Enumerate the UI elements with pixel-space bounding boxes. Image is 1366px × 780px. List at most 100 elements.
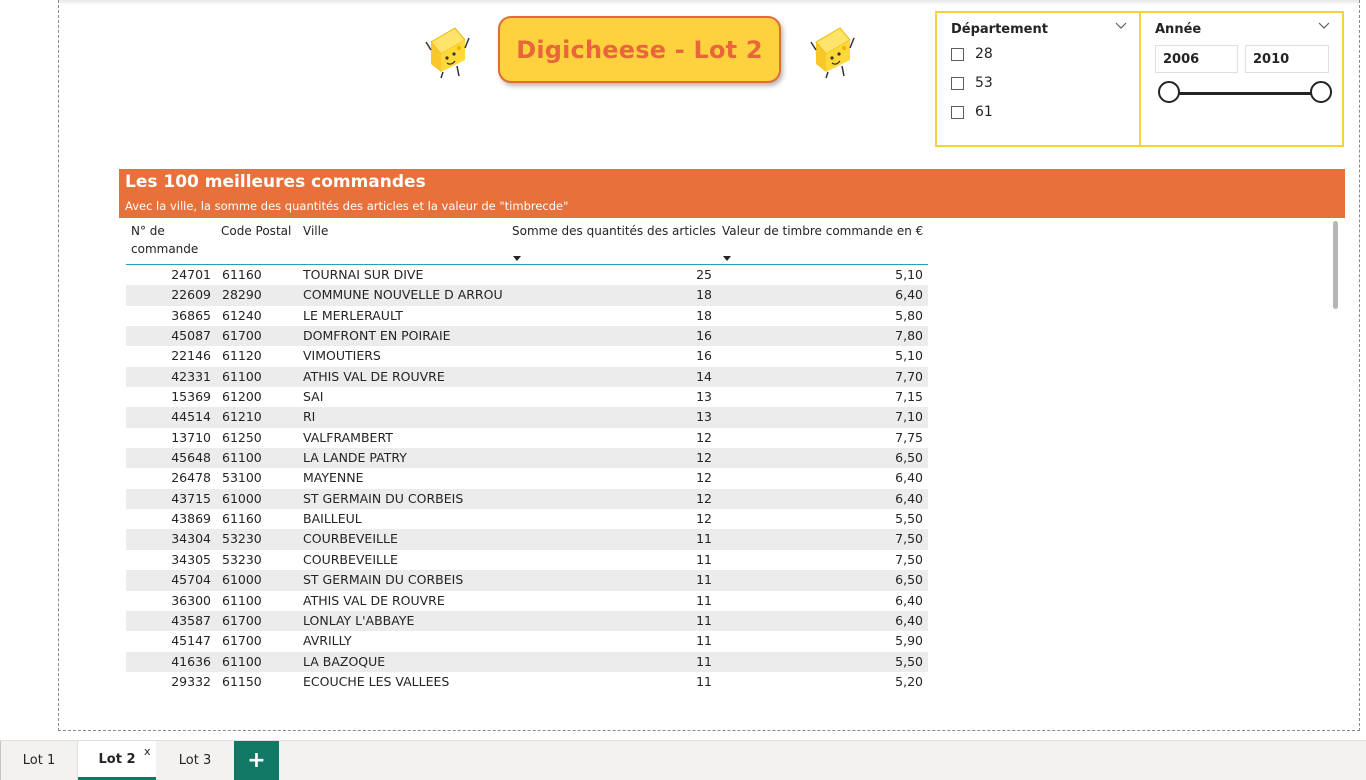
- table-row[interactable]: 24701 61160 TOURNAI SUR DIVE 25 5,10: [126, 265, 928, 285]
- cell-num-commande: 15369: [171, 389, 211, 405]
- close-icon[interactable]: x: [144, 745, 151, 758]
- add-page-button[interactable]: +: [234, 741, 279, 780]
- cell-quantites: 16: [696, 348, 712, 364]
- cell-code-postal: 28290: [222, 287, 262, 303]
- slicer-option-label: 28: [975, 46, 993, 62]
- table-row[interactable]: 43869 61160 BAILLEUL 12 5,50: [126, 509, 928, 529]
- table-row[interactable]: 15369 61200 SAI 13 7,15: [126, 387, 928, 407]
- table-row[interactable]: 22609 28290 COMMUNE NOUVELLE D ARROU 18 6,40: [126, 285, 928, 306]
- table-row[interactable]: 36300 61100 ATHIS VAL DE ROUVRE 11 6,40: [126, 591, 928, 611]
- table-body: 24701 61160 TOURNAI SUR DIVE 25 5,10 22609 282…: [126, 265, 928, 692]
- cell-quantites: 18: [696, 287, 712, 303]
- slicer-option-61[interactable]: 61: [951, 104, 993, 120]
- table-row[interactable]: 36865 61240 LE MERLERAULT 18 5,80: [126, 306, 928, 326]
- table-row[interactable]: 45087 61700 DOMFRONT EN POIRAIE 16 7,80: [126, 326, 928, 347]
- year-end-input[interactable]: 2010: [1245, 45, 1329, 73]
- chevron-down-icon[interactable]: [1318, 20, 1330, 30]
- year-slider-track[interactable]: [1170, 92, 1321, 95]
- cell-code-postal: 61250: [222, 429, 262, 445]
- cell-ville: LA BAZOQUE: [303, 653, 386, 669]
- cell-ville: AVRILLY: [303, 633, 352, 649]
- cell-code-postal: 61160: [222, 511, 262, 527]
- column-header-code-postal[interactable]: Code Postal: [221, 222, 291, 240]
- table-row[interactable]: 22146 61120 VIMOUTIERS 16 5,10: [126, 346, 928, 366]
- column-header-quantites[interactable]: Somme des quantités des articles: [512, 222, 716, 240]
- cell-valeur-timbre: 5,90: [895, 633, 923, 649]
- cell-quantites: 11: [696, 572, 712, 588]
- tab-lot-3[interactable]: Lot 3: [156, 741, 234, 780]
- cell-code-postal: 53230: [222, 531, 262, 547]
- cell-ville: ATHIS VAL DE ROUVRE: [303, 592, 445, 608]
- table-row[interactable]: 42331 61100 ATHIS VAL DE ROUVRE 14 7,70: [126, 366, 928, 388]
- cell-code-postal: 61700: [222, 633, 262, 649]
- table-row[interactable]: 45648 61100 LA LANDE PATRY 12 6,50: [126, 448, 928, 469]
- table-row[interactable]: 44514 61210 RI 13 7,10: [126, 407, 928, 428]
- cell-valeur-timbre: 5,80: [895, 307, 923, 323]
- year-slider-end-handle[interactable]: [1310, 81, 1332, 103]
- checkbox[interactable]: [951, 105, 964, 119]
- report-title-box: Digicheese - Lot 2: [498, 16, 781, 83]
- cell-valeur-timbre: 7,15: [895, 389, 923, 405]
- report-title: Digicheese - Lot 2: [516, 35, 763, 64]
- slicer-option-label: 53: [975, 75, 993, 91]
- cell-num-commande: 45648: [171, 450, 211, 466]
- cell-code-postal: 61100: [222, 450, 262, 466]
- table-row[interactable]: 34305 53230 COURBEVEILLE 11 7,50: [126, 550, 928, 570]
- cell-quantites: 18: [696, 307, 712, 323]
- cell-ville: COURBEVEILLE: [303, 551, 398, 567]
- table-scrollbar-thumb[interactable]: [1333, 221, 1338, 309]
- column-header-ville[interactable]: Ville: [303, 222, 328, 240]
- table-row[interactable]: 29332 61150 ECOUCHE LES VALLEES 11 5,20: [126, 672, 928, 692]
- cell-quantites: 16: [696, 328, 712, 344]
- cell-valeur-timbre: 6,40: [895, 592, 923, 608]
- slicer-title-departement: Département: [951, 22, 1048, 37]
- cheese-mascot-icon: [425, 27, 470, 79]
- cell-num-commande: 26478: [171, 470, 211, 486]
- cell-ville: LE MERLERAULT: [303, 307, 403, 323]
- table-row[interactable]: 45704 61000 ST GERMAIN DU CORBEIS 11 6,50: [126, 570, 928, 591]
- cell-code-postal: 61100: [222, 592, 262, 608]
- column-header-num-commande[interactable]: N° de commande: [131, 222, 211, 258]
- departement-slicer[interactable]: Département 28 53 61: [935, 11, 1141, 147]
- cell-ville: COURBEVEILLE: [303, 531, 398, 547]
- table-row[interactable]: 41636 61100 LA BAZOQUE 11 5,50: [126, 651, 928, 672]
- cell-quantites: 11: [696, 653, 712, 669]
- chevron-down-icon[interactable]: [1115, 20, 1127, 30]
- cell-valeur-timbre: 5,10: [895, 348, 923, 364]
- table-row[interactable]: 43587 61700 LONLAY L'ABBAYE 11 6,40: [126, 610, 928, 632]
- cell-quantites: 11: [696, 673, 712, 689]
- cell-num-commande: 43715: [171, 490, 211, 506]
- orders-table: N° de commande Code Postal Ville Somme d…: [126, 218, 928, 701]
- cell-ville: ECOUCHE LES VALLEES: [303, 673, 450, 689]
- checkbox[interactable]: [951, 47, 964, 61]
- cell-valeur-timbre: 6,40: [895, 612, 923, 628]
- sort-descending-icon[interactable]: [723, 256, 731, 261]
- tab-lot-1[interactable]: Lot 1: [0, 741, 78, 780]
- cell-ville: ST GERMAIN DU CORBEIS: [303, 490, 464, 506]
- checkbox[interactable]: [951, 76, 964, 90]
- cell-valeur-timbre: 6,50: [895, 572, 923, 588]
- cell-valeur-timbre: 5,20: [895, 673, 923, 689]
- slicer-option-28[interactable]: 28: [951, 46, 993, 62]
- cell-quantites: 11: [696, 612, 712, 628]
- cell-ville: MAYENNE: [303, 470, 364, 486]
- table-row[interactable]: 43715 61000 ST GERMAIN DU CORBEIS 12 6,40: [126, 488, 928, 510]
- cell-valeur-timbre: 5,10: [895, 267, 923, 282]
- cell-quantites: 25: [696, 267, 712, 282]
- year-start-input[interactable]: 2006: [1155, 45, 1238, 73]
- cell-code-postal: 61100: [222, 368, 262, 384]
- column-header-valeur-timbre[interactable]: Valeur de timbre commande en €: [722, 222, 923, 240]
- cell-code-postal: 61150: [222, 673, 262, 689]
- cell-ville: ATHIS VAL DE ROUVRE: [303, 368, 445, 384]
- year-slider-start-handle[interactable]: [1158, 81, 1180, 103]
- cell-valeur-timbre: 6,40: [895, 490, 923, 506]
- cheese-mascot-icon: [810, 27, 855, 79]
- slicer-option-53[interactable]: 53: [951, 75, 993, 91]
- sort-descending-icon[interactable]: [513, 256, 521, 261]
- table-row[interactable]: 34304 53230 COURBEVEILLE 11 7,50: [126, 529, 928, 550]
- table-row[interactable]: 26478 53100 MAYENNE 12 6,40: [126, 468, 928, 488]
- cell-quantites: 11: [696, 592, 712, 608]
- table-row[interactable]: 13710 61250 VALFRAMBERT 12 7,75: [126, 428, 928, 448]
- annee-slicer[interactable]: Année 2006 2010: [1139, 11, 1344, 147]
- table-row[interactable]: 45147 61700 AVRILLY 11 5,90: [126, 631, 928, 651]
